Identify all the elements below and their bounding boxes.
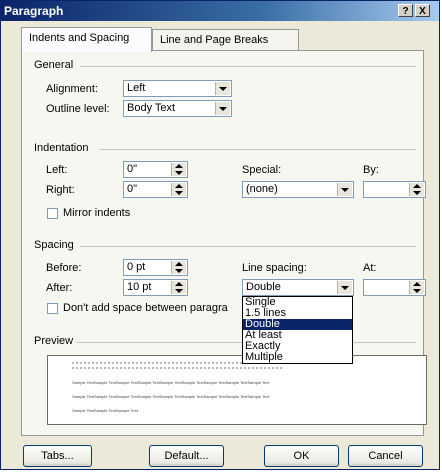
chevron-down-icon[interactable] — [337, 281, 352, 294]
tab-indents-and-spacing[interactable]: Indents and Spacing — [21, 27, 152, 52]
general-divider — [80, 66, 416, 67]
outline-level-value: Body Text — [127, 102, 176, 114]
preview-sample-text: Sample TextSample TextSample TextSample … — [72, 394, 270, 399]
by-label: By: — [363, 164, 379, 176]
mirror-indents-checkbox[interactable] — [47, 208, 58, 219]
before-spinner[interactable]: 0 pt — [123, 259, 188, 276]
alignment-select[interactable]: Left — [123, 80, 232, 97]
button-row: Tabs... Default... OK Cancel — [1, 437, 439, 469]
ok-button[interactable]: OK — [264, 445, 339, 467]
at-label: At: — [363, 262, 377, 274]
special-select[interactable]: (none) — [242, 181, 354, 198]
mirror-indents-label: Mirror indents — [63, 207, 131, 219]
chevron-down-icon[interactable] — [337, 183, 352, 196]
chevron-down-icon[interactable] — [215, 102, 230, 115]
line-spacing-dropdown-list: Single 1.5 lines Double At least Exactly… — [242, 296, 353, 364]
indentation-group-label: Indentation — [34, 142, 89, 154]
spinner-arrows-icon[interactable] — [171, 163, 186, 176]
help-button[interactable]: ? — [398, 4, 413, 17]
line-spacing-value: Double — [246, 281, 281, 293]
chevron-down-icon[interactable] — [215, 82, 230, 95]
general-group-label: General — [34, 59, 74, 71]
spinner-arrows-icon[interactable] — [171, 183, 186, 196]
line-spacing-option[interactable]: Multiple — [243, 352, 352, 363]
preview-previous-paragraph — [72, 367, 282, 369]
paragraph-dialog: Paragraph ? X Indents and Spacing Line a… — [0, 0, 440, 470]
preview-sample-text: Sample TextSample TextSample Text — [72, 408, 138, 413]
after-value: 10 pt — [127, 281, 152, 293]
before-label: Before: — [46, 262, 82, 274]
by-spinner[interactable] — [363, 181, 426, 198]
spinner-arrows-icon[interactable] — [409, 183, 424, 196]
indentation-divider — [100, 149, 416, 150]
special-value: (none) — [246, 183, 278, 195]
spinner-arrows-icon[interactable] — [409, 281, 424, 294]
title-bar: Paragraph ? X — [1, 1, 439, 21]
dont-add-space-label: Don't add space between paragra — [63, 302, 228, 314]
special-label: Special: — [242, 164, 282, 176]
left-indent-value: 0" — [127, 163, 138, 175]
preview-group-label: Preview — [34, 335, 74, 347]
spinner-arrows-icon[interactable] — [171, 281, 186, 294]
alignment-value: Left — [127, 82, 146, 94]
tab-line-and-page-breaks[interactable]: Line and Page Breaks — [152, 29, 299, 51]
default-button[interactable]: Default... — [149, 445, 224, 467]
dont-add-space-checkbox[interactable] — [47, 303, 58, 314]
right-indent-spinner[interactable]: 0" — [123, 181, 188, 198]
dialog-title: Paragraph — [4, 4, 64, 18]
left-indent-spinner[interactable]: 0" — [123, 161, 188, 178]
line-spacing-label: Line spacing: — [242, 262, 307, 274]
right-indent-label: Right: — [46, 184, 75, 196]
spacing-divider — [80, 246, 416, 247]
alignment-label: Alignment: — [46, 83, 98, 95]
outline-level-label: Outline level: — [46, 103, 110, 115]
cancel-button[interactable]: Cancel — [348, 445, 423, 467]
right-indent-value: 0" — [127, 183, 138, 195]
tabs-button[interactable]: Tabs... — [23, 445, 92, 467]
tab-label: Line and Page Breaks — [160, 34, 269, 46]
after-spinner[interactable]: 10 pt — [123, 279, 188, 296]
after-label: After: — [46, 282, 73, 294]
preview-sample-text: Sample TextSample TextSample TextSample … — [72, 380, 270, 385]
tab-label: Indents and Spacing — [29, 32, 130, 44]
outline-level-select[interactable]: Body Text — [123, 100, 232, 117]
spacing-group-label: Spacing — [34, 239, 74, 251]
close-button[interactable]: X — [415, 4, 430, 17]
line-spacing-select[interactable]: Double — [242, 279, 354, 296]
before-value: 0 pt — [127, 261, 146, 273]
preview-pane: Sample TextSample TextSample TextSample … — [47, 355, 427, 425]
left-indent-label: Left: — [46, 164, 68, 176]
at-spinner[interactable] — [363, 279, 426, 296]
spinner-arrows-icon[interactable] — [171, 261, 186, 274]
